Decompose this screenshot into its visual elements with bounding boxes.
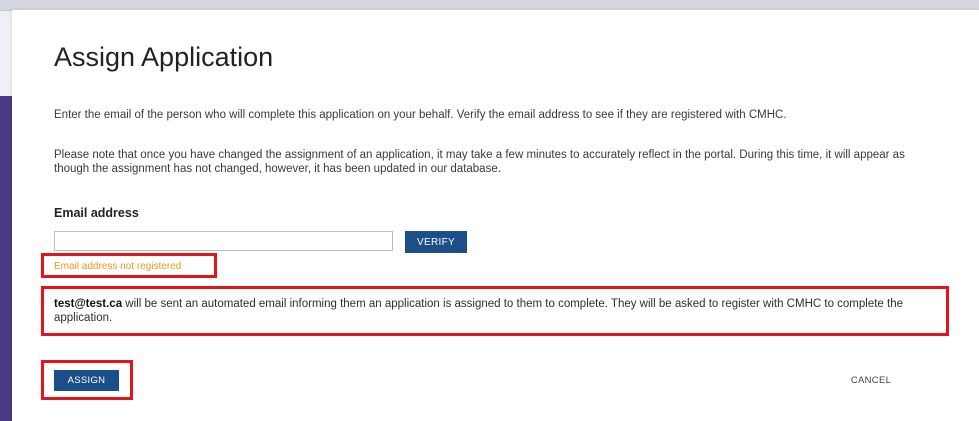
assignment-info-text: will be sent an automated email informin… [54, 298, 904, 324]
cancel-button[interactable]: CANCEL [836, 370, 906, 391]
assignment-note-text: Please note that once you have changed t… [54, 149, 905, 175]
email-status-message: Email address not registered [54, 261, 182, 272]
assign-button[interactable]: ASSIGN [54, 370, 119, 391]
assignee-email: test@test.ca [54, 298, 123, 310]
email-address-input[interactable] [54, 231, 393, 251]
verify-button[interactable]: VERIFY [405, 231, 467, 253]
assignment-info-message: test@test.ca will be sent an automated e… [54, 297, 934, 325]
dialog-title: Assign Application [54, 42, 274, 72]
background-side-band [0, 96, 12, 421]
assign-application-dialog: Assign Application Enter the email of th… [12, 10, 979, 421]
email-address-label: Email address [54, 206, 139, 220]
instruction-text: Enter the email of the person who will c… [54, 109, 787, 121]
